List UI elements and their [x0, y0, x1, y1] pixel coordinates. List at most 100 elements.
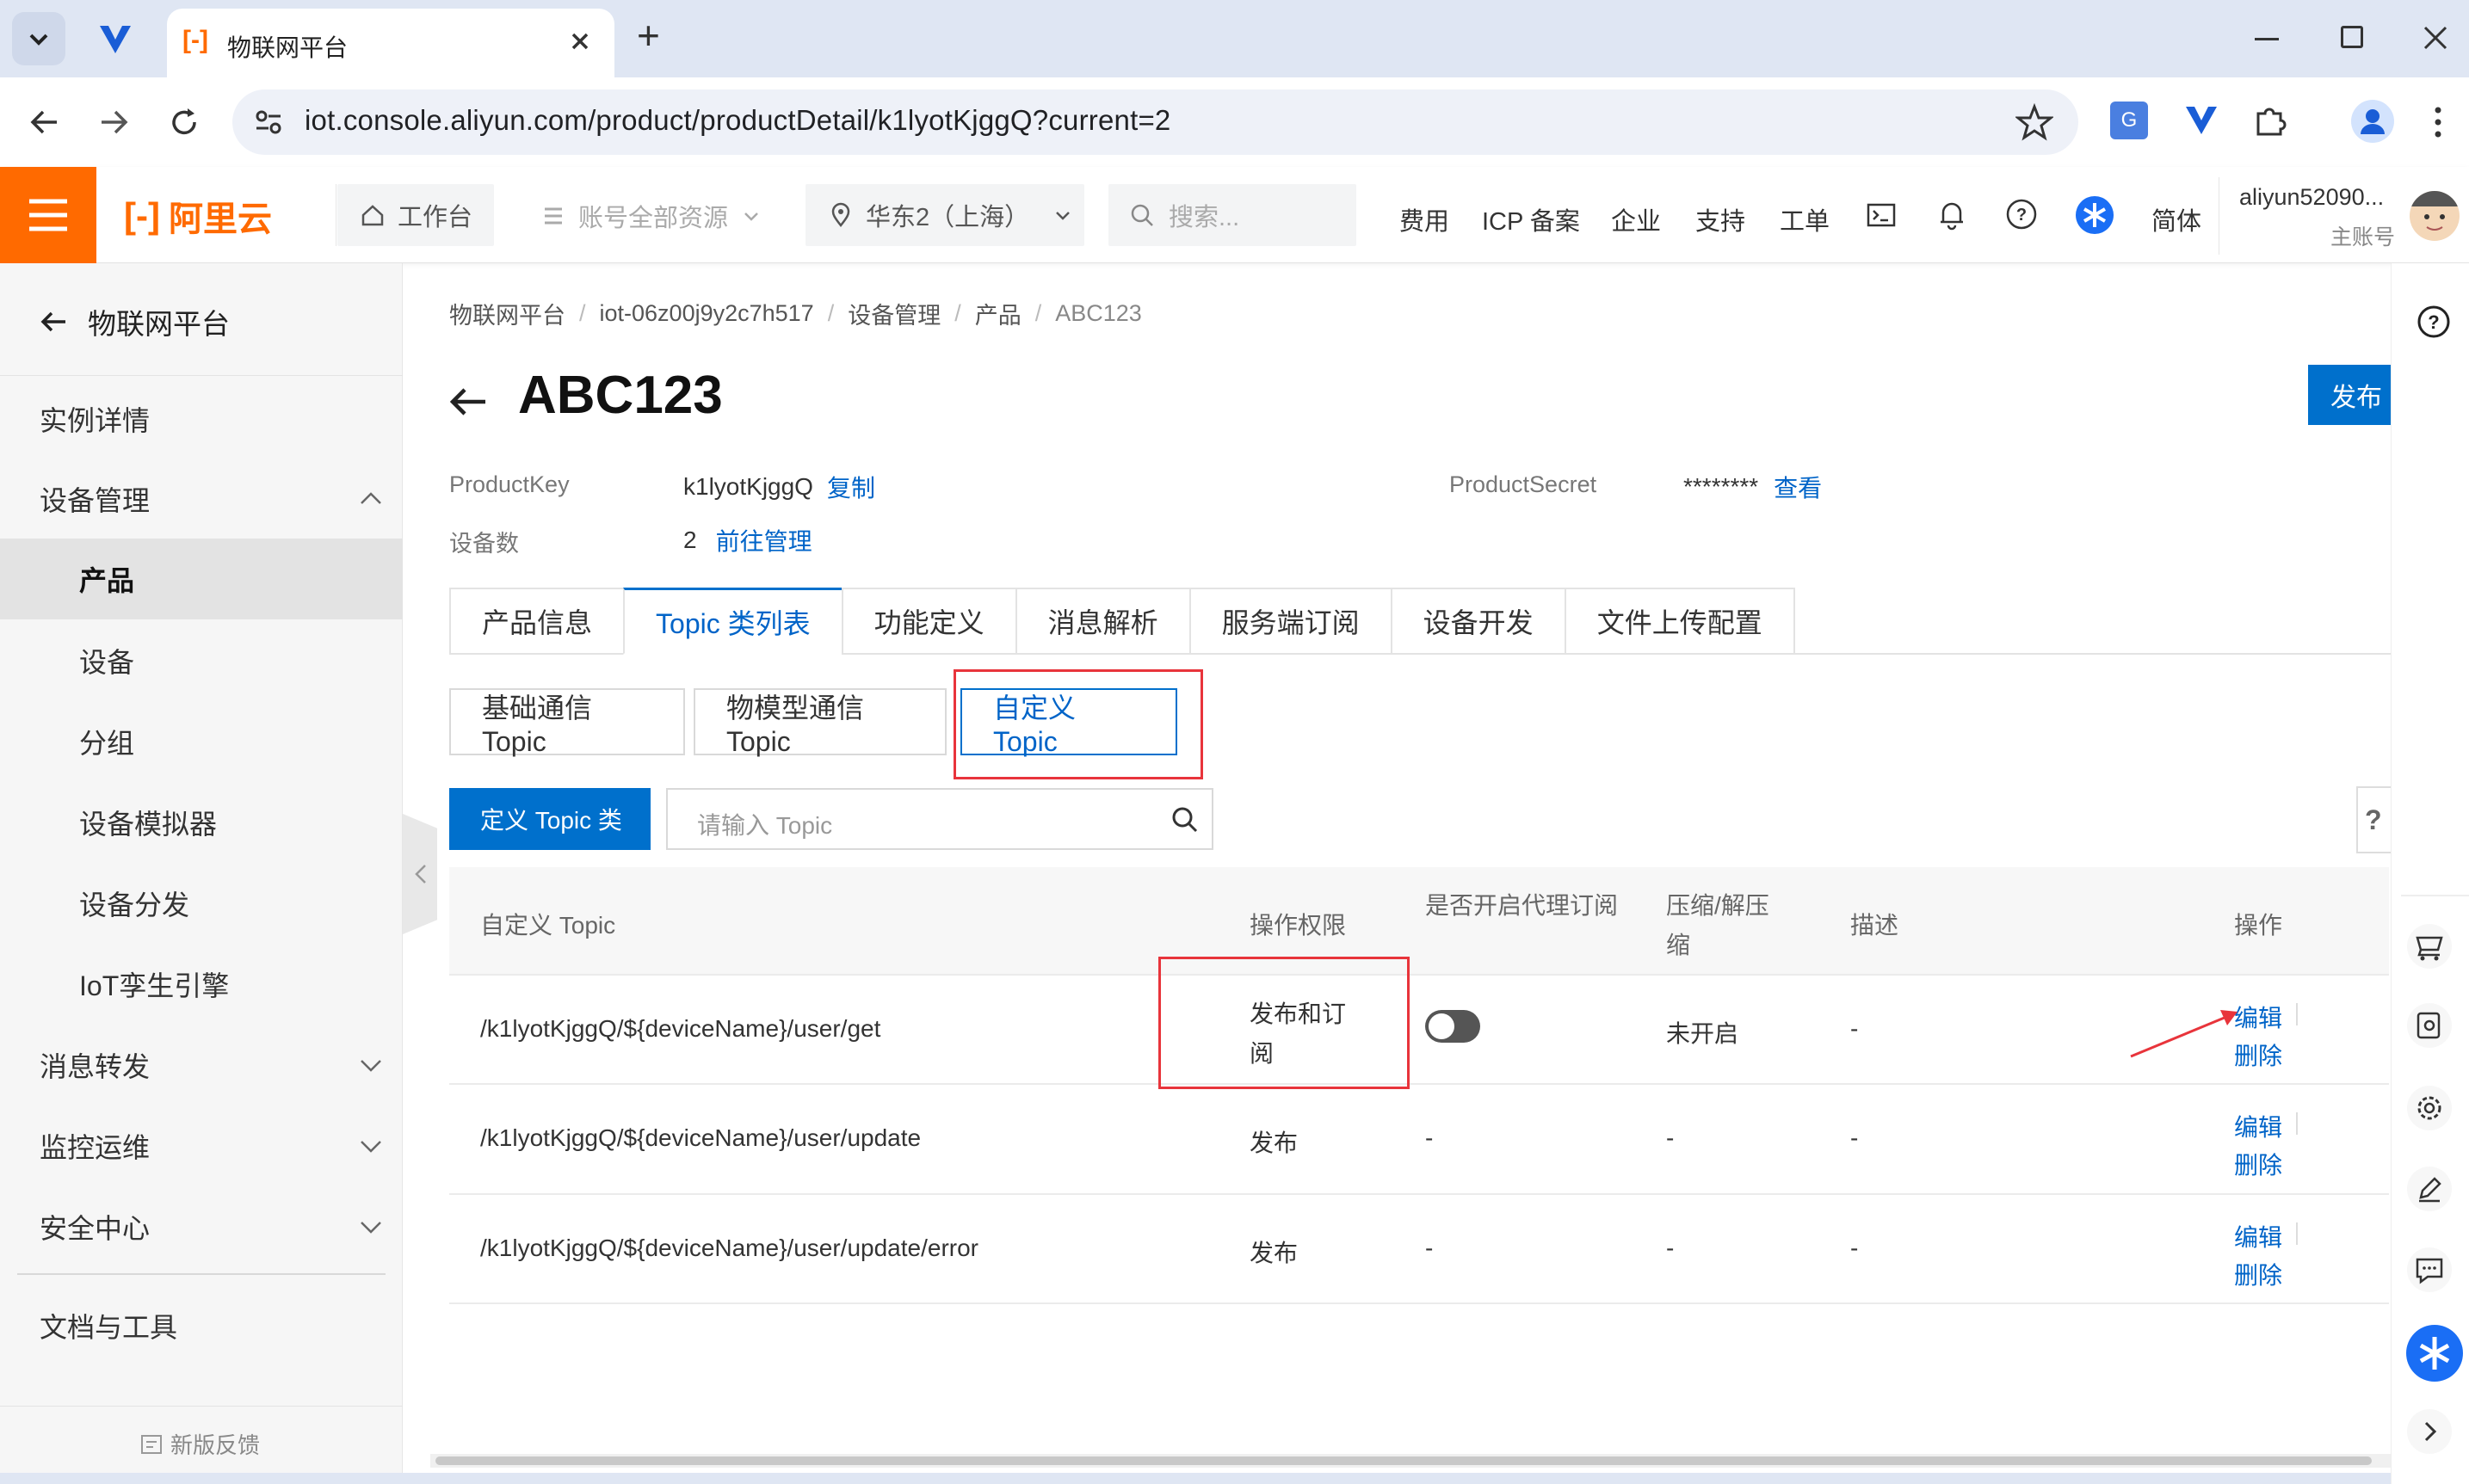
notification-bell-icon[interactable] — [1936, 198, 1967, 231]
horizontal-scrollbar[interactable] — [430, 1454, 2391, 1468]
reload-icon[interactable] — [165, 103, 203, 141]
breadcrumb-item-current: ABC123 — [1055, 300, 1142, 326]
sidebar-item-product[interactable]: 产品 — [0, 539, 403, 619]
forward-arrow-icon[interactable] — [95, 103, 133, 141]
topic-cell: /k1lyotKjggQ/${deviceName}/user/update — [480, 1124, 922, 1151]
sidebar-collapse-handle[interactable] — [403, 814, 437, 934]
sidebar-back[interactable]: 物联网平台 — [38, 301, 230, 342]
chevron-right-icon[interactable] — [2407, 1409, 2452, 1454]
sidebar-item-instance[interactable]: 实例详情 — [0, 379, 403, 459]
window-close-icon[interactable] — [2422, 24, 2449, 52]
iot-extension-icon[interactable] — [2182, 102, 2220, 139]
address-bar[interactable]: iot.console.aliyun.com/product/productDe… — [232, 89, 2078, 155]
sidebar-item-message-forwarding[interactable]: 消息转发 — [0, 1025, 403, 1105]
search-icon[interactable] — [1170, 805, 1200, 834]
url-text: iot.console.aliyun.com/product/productDe… — [305, 104, 1171, 136]
view-secret-link[interactable]: 查看 — [1774, 470, 1822, 504]
gear-icon[interactable] — [2407, 1086, 2452, 1130]
topic-search-input[interactable]: 请输入 Topic — [666, 788, 1213, 850]
tab-product-info[interactable]: 产品信息 — [449, 588, 624, 655]
tab-search-button[interactable] — [12, 12, 65, 65]
cart-icon[interactable] — [2407, 924, 2452, 969]
delete-link[interactable]: 删除 — [2234, 1147, 2282, 1181]
breadcrumb-item[interactable]: 设备管理 — [848, 297, 941, 330]
edit-pencil-icon[interactable] — [2407, 1167, 2452, 1211]
language-switch[interactable]: 简体 — [2151, 201, 2201, 237]
site-info-icon[interactable] — [251, 105, 286, 139]
subtab-basic-topic[interactable]: 基础通信 Topic — [449, 688, 685, 757]
page-back-icon[interactable] — [446, 380, 491, 423]
tab-message-parsing[interactable]: 消息解析 — [1015, 588, 1189, 655]
tab-device-development[interactable]: 设备开发 — [1390, 588, 1565, 655]
sidebar-item-group[interactable]: 分组 — [0, 701, 403, 782]
user-name[interactable]: aliyun52090... — [2239, 184, 2384, 211]
extensions-puzzle-icon[interactable] — [2251, 102, 2289, 139]
translate-extension-icon[interactable]: G — [2110, 102, 2148, 139]
topbar-link-icp[interactable]: ICP 备案 — [1482, 201, 1580, 237]
delete-link[interactable]: 删除 — [2234, 1257, 2282, 1291]
window-minimize-icon[interactable] — [2255, 38, 2279, 40]
breadcrumb-separator: / — [579, 300, 586, 326]
col-header-actions: 操作 — [2234, 912, 2283, 939]
help-circle-icon[interactable]: ? — [2005, 198, 2038, 231]
sidebar-item-label: IoT孪生引擎 — [79, 970, 230, 1001]
new-tab-button[interactable]: + — [637, 12, 660, 58]
browser-tab-active[interactable]: [-] 物联网平台 — [167, 9, 614, 77]
publish-button[interactable]: 发布 — [2308, 365, 2391, 425]
topbar-link-enterprise[interactable]: 企业 — [1611, 201, 1661, 237]
sidebar-item-security[interactable]: 安全中心 — [0, 1186, 403, 1267]
edit-link[interactable]: 编辑 — [2234, 1219, 2282, 1253]
sidebar-item-docs[interactable]: 文档与工具 — [0, 1285, 403, 1366]
product-secret-label: ProductSecret — [1449, 471, 1597, 497]
resource-list-icon — [545, 207, 562, 225]
sidebar-item-device[interactable]: 设备 — [0, 620, 403, 701]
assistant-icon[interactable] — [2406, 1325, 2463, 1382]
user-avatar[interactable] — [2410, 191, 2460, 241]
scrollbar-thumb[interactable] — [435, 1456, 2372, 1465]
terminal-icon[interactable] — [1866, 200, 1897, 231]
chat-message-icon[interactable] — [2407, 1247, 2452, 1292]
window-maximize-icon[interactable] — [2341, 26, 2363, 48]
sidebar-item-device-management[interactable]: 设备管理 — [0, 459, 403, 539]
profile-avatar-icon[interactable] — [2351, 100, 2394, 143]
pinned-extension-icon[interactable] — [96, 21, 134, 58]
proxy-subscription-toggle[interactable] — [1425, 1010, 1480, 1043]
account-resources-dropdown[interactable]: 账号全部资源 — [540, 198, 762, 234]
manage-link[interactable]: 前往管理 — [716, 523, 812, 557]
back-arrow-icon[interactable] — [26, 103, 64, 141]
tab-file-upload[interactable]: 文件上传配置 — [1564, 588, 1795, 655]
tab-server-subscription[interactable]: 服务端订阅 — [1188, 588, 1391, 655]
region-selector[interactable]: 华东2（上海） — [806, 184, 1084, 246]
subtab-tsl-topic[interactable]: 物模型通信 Topic — [694, 688, 947, 757]
topbar-link-support[interactable]: 支持 — [1695, 201, 1745, 237]
breadcrumb-separator: / — [1034, 300, 1042, 326]
tab-topic-list[interactable]: Topic 类列表 — [623, 588, 842, 655]
sidebar-item-simulator[interactable]: 设备模拟器 — [0, 782, 403, 863]
workbench-button[interactable]: 工作台 — [337, 184, 494, 246]
aliyun-logo[interactable]: [-] 阿里云 — [124, 194, 272, 238]
sidebar-item-monitoring[interactable]: 监控运维 — [0, 1105, 403, 1186]
breadcrumb-item[interactable]: iot-06z00j9y2c7h517 — [600, 300, 814, 327]
bookmark-star-icon[interactable] — [2015, 103, 2053, 141]
breadcrumb-item[interactable]: 产品 — [975, 297, 1022, 330]
edit-link[interactable]: 编辑 — [2234, 1109, 2282, 1143]
topbar-search[interactable]: 搜索... — [1108, 184, 1356, 246]
assistant-icon[interactable] — [2076, 196, 2114, 234]
sidebar-item-twin-engine[interactable]: IoT孪生引擎 — [0, 944, 403, 1025]
breadcrumb-item[interactable]: 物联网平台 — [449, 297, 565, 330]
svg-text:?: ? — [2428, 311, 2439, 333]
topbar-link-fees[interactable]: 费用 — [1399, 201, 1449, 237]
topbar-link-ticket[interactable]: 工单 — [1780, 201, 1830, 237]
copy-link[interactable]: 复制 — [827, 470, 875, 504]
sidebar-item-distribution[interactable]: 设备分发 — [0, 863, 403, 944]
settings-doc-icon[interactable] — [2407, 1003, 2452, 1048]
define-topic-button[interactable]: 定义 Topic 类 — [449, 788, 651, 850]
tab-close-icon[interactable] — [565, 26, 596, 57]
tab-function-definition[interactable]: 功能定义 — [841, 588, 1015, 655]
menu-hamburger-button[interactable] — [0, 167, 96, 263]
tab-title: 物联网平台 — [227, 34, 349, 61]
help-circle-icon[interactable]: ? — [2417, 305, 2451, 339]
help-tab-button[interactable]: ? — [2356, 786, 2391, 853]
browser-menu-icon[interactable] — [2432, 103, 2444, 141]
feedback-link[interactable]: 新版反馈 — [139, 1428, 260, 1460]
